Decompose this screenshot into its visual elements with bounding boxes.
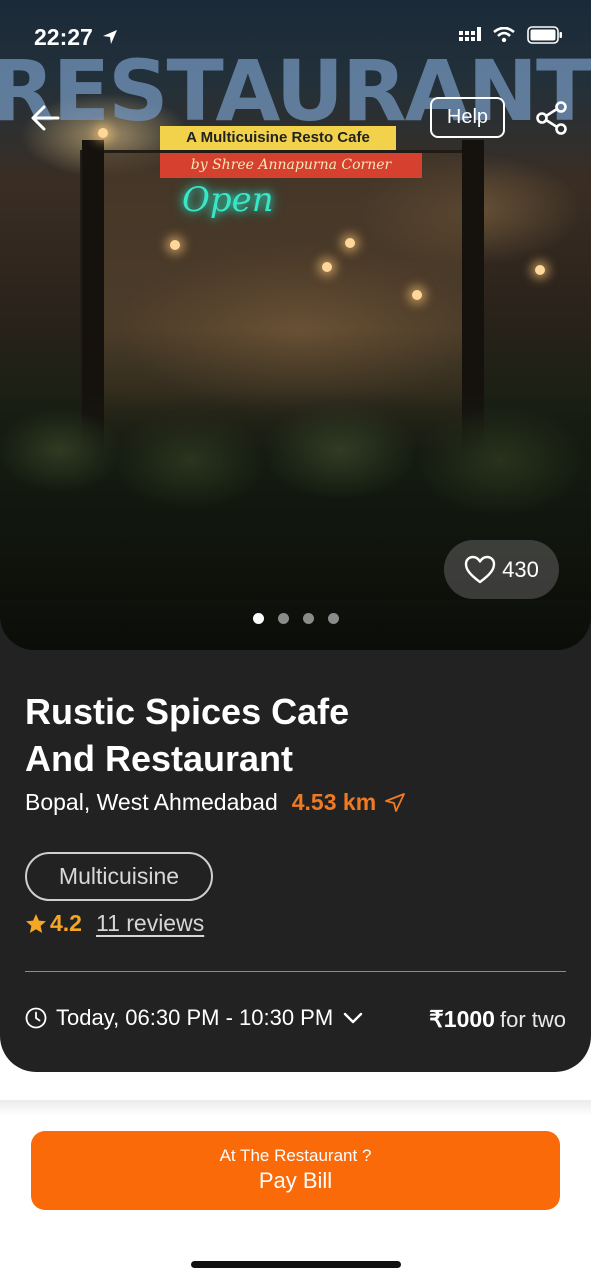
pay-bill-subtitle: At The Restaurant ? — [219, 1145, 372, 1165]
reviews-link[interactable]: 11 reviews — [96, 910, 204, 937]
restaurant-detail-screen: RESTAURANT A Multicuisine Resto Cafe by … — [0, 0, 591, 1280]
price-value: ₹1000 — [429, 1006, 495, 1032]
bottom-bar-shadow — [0, 1100, 591, 1116]
restaurant-name: Rustic Spices Cafe And Restaurant — [25, 688, 505, 782]
lamp-light — [98, 128, 108, 138]
hours-dropdown[interactable]: Today, 06:30 PM - 10:30 PM — [25, 1005, 363, 1031]
restaurant-card: RESTAURANT A Multicuisine Resto Cafe by … — [0, 0, 591, 1072]
lamp-light — [170, 240, 180, 250]
price-for-two: ₹1000 for two — [429, 1006, 566, 1033]
carousel-indicator — [0, 613, 591, 624]
share-button[interactable] — [534, 100, 570, 136]
home-indicator[interactable] — [191, 1261, 401, 1268]
chevron-down-icon — [343, 1012, 363, 1024]
status-time: 22:27 — [34, 24, 119, 51]
restaurant-name-line2: And Restaurant — [25, 738, 294, 779]
distance-text[interactable]: 4.53 km — [292, 789, 376, 816]
lamp-light — [535, 265, 545, 275]
status-time-text: 22:27 — [34, 24, 93, 50]
help-button[interactable]: Help — [430, 97, 505, 138]
sign-banner-red: by Shree Annapurna Corner — [160, 153, 422, 178]
back-button[interactable] — [28, 100, 64, 136]
navigation-icon[interactable] — [384, 792, 406, 814]
back-arrow-icon — [31, 105, 60, 131]
cuisine-tag[interactable]: Multicuisine — [25, 852, 213, 901]
pay-bill-button[interactable]: At The Restaurant ? Pay Bill — [31, 1131, 560, 1210]
clock-icon — [25, 1007, 47, 1029]
star-icon — [26, 913, 46, 933]
status-icons — [459, 26, 563, 44]
restaurant-name-line1: Rustic Spices Cafe — [25, 691, 350, 732]
share-icon — [536, 101, 567, 135]
battery-icon — [527, 26, 562, 44]
location-row: Bopal, West Ahmedabad 4.53 km — [25, 789, 406, 816]
heart-icon — [464, 555, 496, 583]
pay-bill-label: Pay Bill — [258, 1167, 333, 1193]
divider — [25, 971, 566, 972]
cellular-icon — [459, 27, 481, 41]
like-button[interactable]: 430 — [444, 540, 559, 599]
lamp-light — [322, 262, 332, 272]
carousel-dot[interactable] — [302, 613, 314, 624]
neon-open-sign: Open — [182, 180, 274, 220]
lamp-light — [412, 290, 422, 300]
sign-banner-yellow: A Multicuisine Resto Cafe — [160, 126, 396, 150]
carousel-dot[interactable] — [327, 613, 339, 624]
location-arrow-icon — [103, 30, 118, 44]
carousel-dot[interactable] — [252, 613, 264, 624]
price-suffix: for two — [499, 1007, 566, 1032]
hours-text: Today, 06:30 PM - 10:30 PM — [56, 1005, 334, 1030]
rating-row: 4.2 11 reviews — [25, 910, 204, 937]
carousel-dot[interactable] — [277, 613, 289, 624]
like-count: 430 — [502, 556, 539, 582]
wifi-icon — [493, 27, 515, 43]
location-text: Bopal, West Ahmedabad — [25, 789, 278, 815]
lamp-light — [345, 238, 355, 248]
rating-value: 4.2 — [50, 910, 82, 936]
